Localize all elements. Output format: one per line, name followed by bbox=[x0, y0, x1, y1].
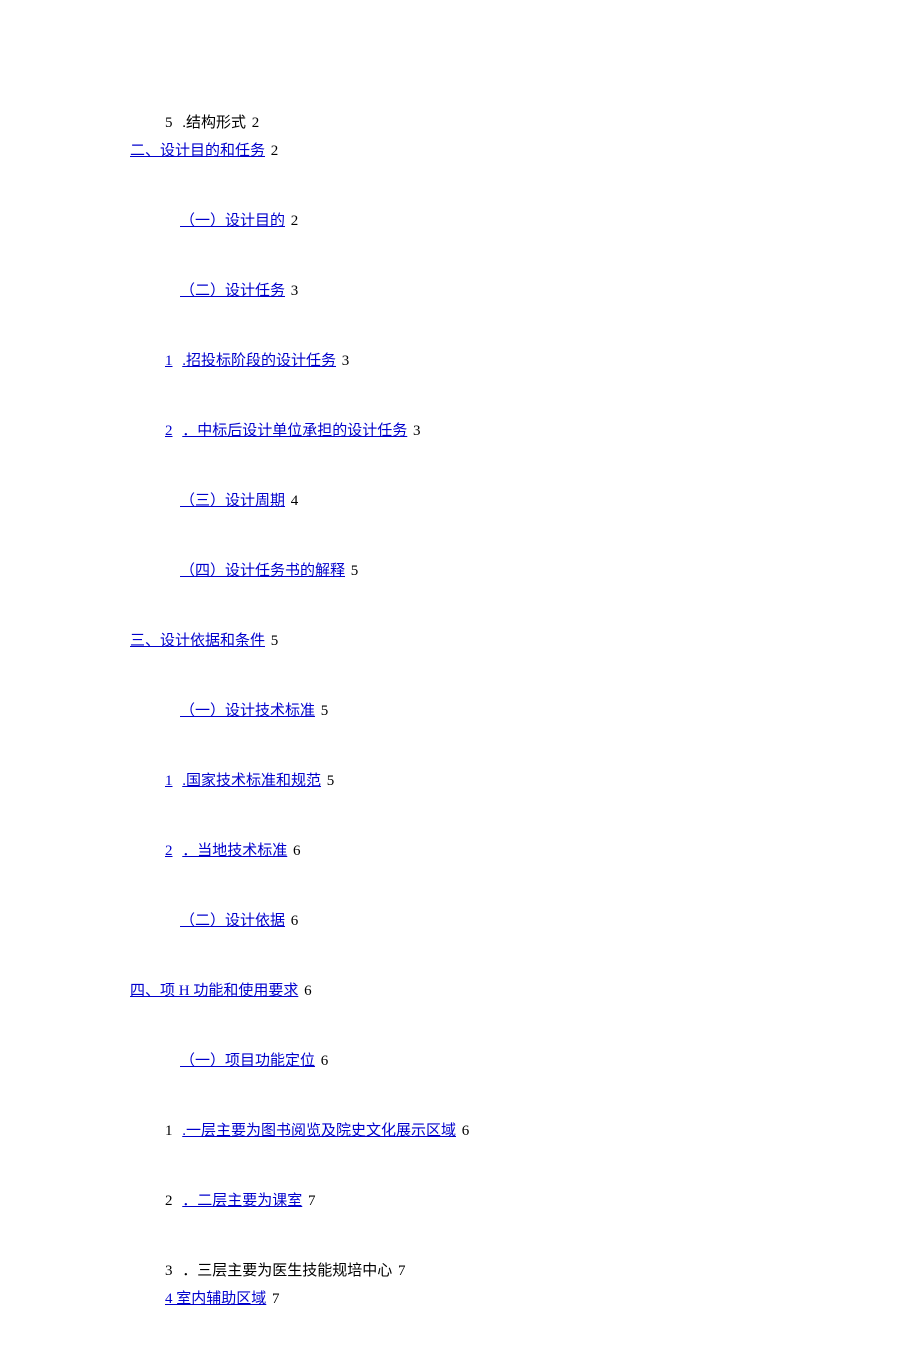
toc-number: 2 bbox=[165, 1193, 173, 1209]
toc-page-number: 7 bbox=[398, 1263, 406, 1279]
toc-page-number: 6 bbox=[293, 843, 301, 859]
toc-row: 2 ．中标后设计单位承担的设计任务 3 bbox=[0, 420, 920, 442]
toc-page-number: 6 bbox=[462, 1123, 470, 1139]
document-page: 5 .结构形式 2 二、设计目的和任务 2 （一）设计目的 2 （二）设计任务 … bbox=[0, 0, 920, 1310]
toc-link[interactable]: 三、设计依据和条件 bbox=[130, 633, 265, 649]
toc-row: 1 .一层主要为图书阅览及院史文化展示区域 6 bbox=[0, 1120, 920, 1142]
toc-link[interactable]: （一）项目功能定位 bbox=[180, 1053, 315, 1069]
toc-link[interactable]: （四）设计任务书的解释 bbox=[180, 563, 345, 579]
toc-number: 3 bbox=[165, 1263, 173, 1279]
toc-number: 1 bbox=[165, 1123, 173, 1139]
toc-page-number: 6 bbox=[291, 913, 299, 929]
toc-row: 1 .国家技术标准和规范 5 bbox=[0, 770, 920, 792]
toc-number[interactable]: 2 bbox=[165, 843, 173, 859]
toc-page-number: 2 bbox=[252, 115, 260, 131]
toc-page-number: 7 bbox=[272, 1291, 280, 1307]
toc-link[interactable]: 四、项 H 功能和使用要求 bbox=[130, 983, 298, 999]
toc-page-number: 4 bbox=[291, 493, 299, 509]
toc-number: 5 bbox=[165, 115, 173, 131]
toc-link[interactable]: .一层主要为图书阅览及院史文化展示区域 bbox=[182, 1123, 456, 1139]
toc-page-number: 5 bbox=[271, 633, 279, 649]
toc-row: 4 室内辅助区域 7 bbox=[0, 1288, 920, 1310]
toc-number[interactable]: 1 bbox=[165, 353, 173, 369]
toc-row: 2 ．二层主要为课室 7 bbox=[0, 1190, 920, 1212]
toc-row: 四、项 H 功能和使用要求 6 bbox=[0, 980, 920, 1002]
toc-row: （四）设计任务书的解释 5 bbox=[0, 560, 920, 582]
toc-text: ．三层主要为医生技能规培中心 bbox=[182, 1263, 392, 1279]
toc-row: （一）设计技术标准 5 bbox=[0, 700, 920, 722]
toc-row: 三、设计依据和条件 5 bbox=[0, 630, 920, 652]
toc-text: .结构形式 bbox=[182, 115, 246, 131]
toc-link[interactable]: （二）设计依据 bbox=[180, 913, 285, 929]
toc-row: （二）设计任务 3 bbox=[0, 280, 920, 302]
toc-page-number: 2 bbox=[291, 213, 299, 229]
toc-row: （三）设计周期 4 bbox=[0, 490, 920, 512]
toc-page-number: 6 bbox=[304, 983, 312, 999]
toc-page-number: 2 bbox=[271, 143, 279, 159]
toc-link[interactable]: 4 室内辅助区域 bbox=[165, 1291, 266, 1307]
toc-row: （一）项目功能定位 6 bbox=[0, 1050, 920, 1072]
toc-row: 1 .招投标阶段的设计任务 3 bbox=[0, 350, 920, 372]
toc-row: （二）设计依据 6 bbox=[0, 910, 920, 932]
toc-page-number: 7 bbox=[308, 1193, 316, 1209]
toc-row: 3 ．三层主要为医生技能规培中心 7 bbox=[0, 1260, 920, 1282]
toc-link[interactable]: （一）设计技术标准 bbox=[180, 703, 315, 719]
toc-page-number: 5 bbox=[321, 703, 329, 719]
toc-page-number: 3 bbox=[291, 283, 299, 299]
toc-page-number: 3 bbox=[342, 353, 350, 369]
toc-row: 二、设计目的和任务 2 bbox=[0, 140, 920, 162]
toc-page-number: 5 bbox=[327, 773, 335, 789]
toc-link[interactable]: （一）设计目的 bbox=[180, 213, 285, 229]
toc-link[interactable]: ．二层主要为课室 bbox=[182, 1193, 302, 1209]
toc-row: 5 .结构形式 2 bbox=[0, 112, 920, 134]
toc-row: 2 ．当地技术标准 6 bbox=[0, 840, 920, 862]
toc-page-number: 5 bbox=[351, 563, 359, 579]
toc-link[interactable]: （二）设计任务 bbox=[180, 283, 285, 299]
toc-page-number: 6 bbox=[321, 1053, 329, 1069]
toc-page-number: 3 bbox=[413, 423, 421, 439]
toc-link[interactable]: ．当地技术标准 bbox=[182, 843, 287, 859]
toc-link[interactable]: ．中标后设计单位承担的设计任务 bbox=[182, 423, 407, 439]
toc-link[interactable]: 二、设计目的和任务 bbox=[130, 143, 265, 159]
toc-link[interactable]: （三）设计周期 bbox=[180, 493, 285, 509]
toc-row: （一）设计目的 2 bbox=[0, 210, 920, 232]
toc-number[interactable]: 1 bbox=[165, 773, 173, 789]
toc-number[interactable]: 2 bbox=[165, 423, 173, 439]
toc-link[interactable]: .招投标阶段的设计任务 bbox=[182, 353, 336, 369]
toc-link[interactable]: .国家技术标准和规范 bbox=[182, 773, 321, 789]
